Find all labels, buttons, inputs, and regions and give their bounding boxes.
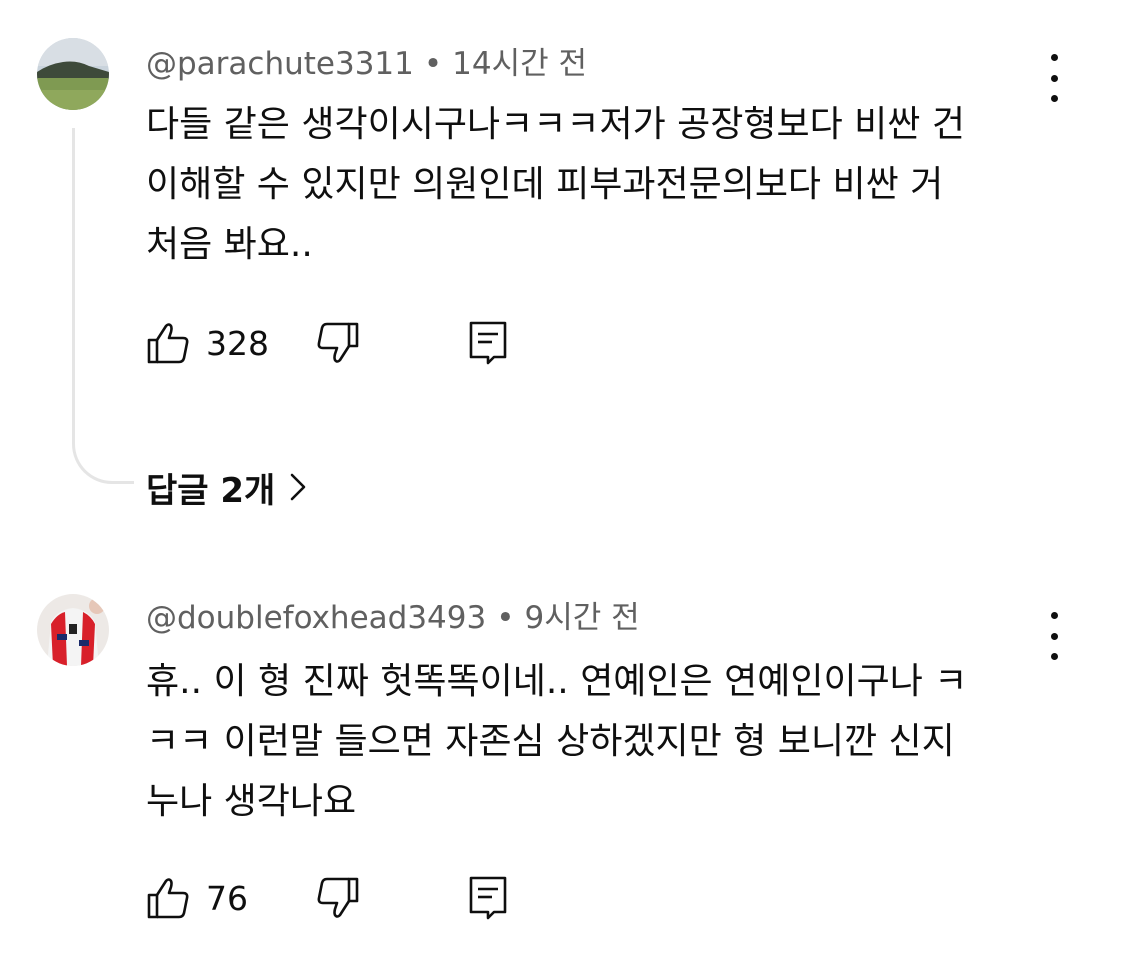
chevron-right-icon [291,473,306,501]
comment-time: 9시간 전 [524,600,640,636]
thumbs-down-icon [317,322,359,363]
comment-author[interactable]: @doublefoxhead3493 [146,600,486,636]
comment-text-line: 휴.. 이 형 진짜 헛똑똑이네.. 연예인은 연예인이구나 ㅋ [146,661,968,702]
comment-author[interactable]: @parachute3311 [146,46,414,82]
thumbs-up-icon [147,323,189,364]
reply-button[interactable] [468,318,508,368]
comment-text-line: 누나 생각나요 [146,781,357,822]
like-button[interactable]: 76 [146,873,248,923]
landscape-avatar-image [37,38,109,110]
comment-time: 14시간 전 [452,46,588,82]
comment-text-line: 다들 같은 생각이시구나ㅋㅋㅋ저가 공장형보다 비싼 건 [146,104,965,145]
reply-thread-line [72,128,134,484]
racer-avatar-image [37,594,109,666]
comment-text: 다들 같은 생각이시구나ㅋㅋㅋ저가 공장형보다 비싼 건 이해할 수 있지만 의… [146,95,1046,275]
avatar-doublefoxhead3493[interactable] [37,594,109,666]
comment-actions: 328 [146,318,546,368]
comment-text-line: 이해할 수 있지만 의원인데 피부과전문의보다 비싼 거 [146,164,944,205]
dislike-button[interactable] [316,873,360,923]
comment-meta: @parachute3311 • 14시간 전 [146,44,587,84]
comment-text: 휴.. 이 형 진짜 헛똑똑이네.. 연예인은 연예인이구나 ㅋ ㅋㅋ 이런말 … [146,652,1046,832]
reply-button[interactable] [468,873,508,923]
thumbs-down-icon [317,877,359,918]
avatar-parachute3311[interactable] [37,38,109,110]
like-count: 328 [206,323,269,363]
thumbs-up-icon [147,878,189,919]
dislike-button[interactable] [316,318,360,368]
replies-label: 답글 2개 [146,470,276,511]
like-count: 76 [206,878,248,918]
comment-text-line: ㅋㅋ 이런말 들으면 자존심 상하겠지만 형 보니깐 신지 [146,721,955,762]
reply-icon [469,321,507,365]
meta-separator: • [423,46,443,82]
view-replies-button[interactable]: 답글 2개 [146,465,307,511]
comment-actions: 76 [146,873,546,923]
meta-separator: • [496,600,515,636]
like-button[interactable]: 328 [146,318,269,368]
reply-icon [469,876,507,920]
comment-text-line: 처음 봐요.. [146,224,313,265]
comment-meta: @doublefoxhead3493 • 9시간 전 [146,598,640,638]
